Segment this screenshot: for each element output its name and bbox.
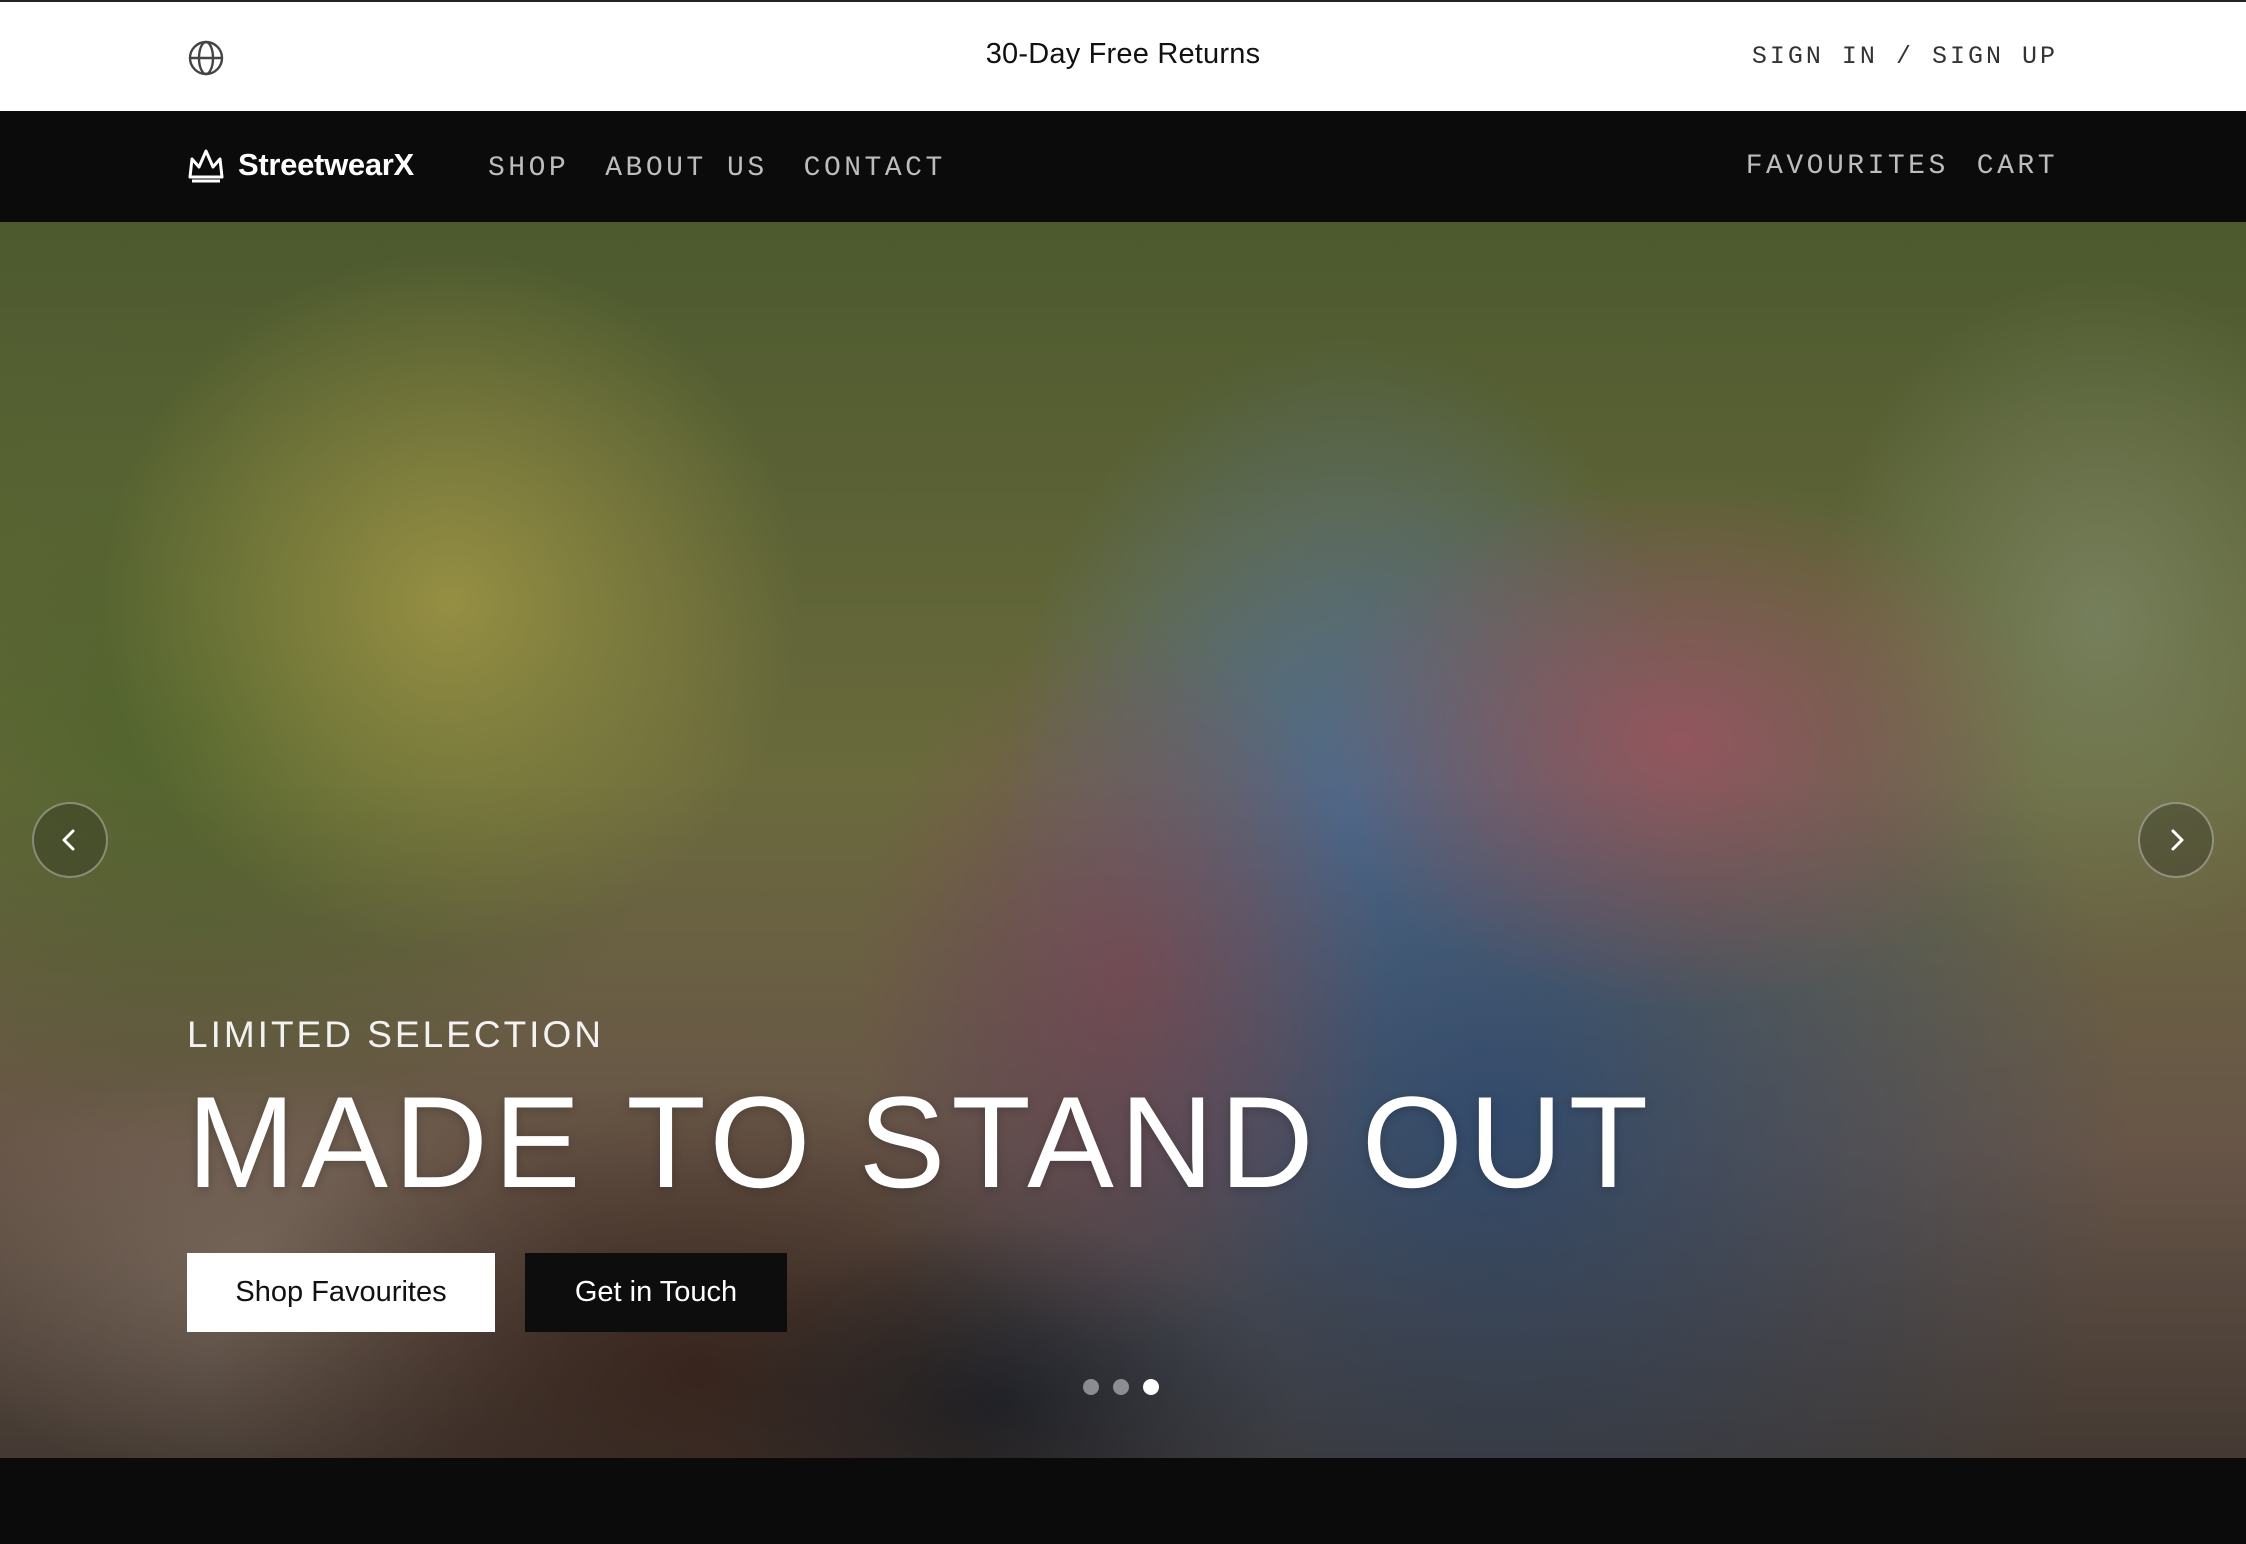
brand-name: StreetwearX xyxy=(238,147,414,182)
auth-links: SIGN IN / SIGN UP xyxy=(1752,42,2058,71)
carousel-dot-2[interactable] xyxy=(1113,1379,1129,1395)
nav-about-us[interactable]: ABOUT US xyxy=(605,153,767,184)
nav-shop[interactable]: SHOP xyxy=(488,153,569,184)
brand-logo[interactable]: StreetwearX xyxy=(186,145,414,185)
chevron-left-icon xyxy=(62,829,75,851)
sign-in-link[interactable]: SIGN IN xyxy=(1752,42,1878,71)
hero-headline: MADE TO STAND OUT xyxy=(187,1069,1655,1215)
carousel-prev-button[interactable] xyxy=(32,802,108,878)
secondary-nav-links: FAVOURITES CART xyxy=(1746,151,2058,182)
shop-favourites-button[interactable]: Shop Favourites xyxy=(187,1252,495,1332)
crown-icon xyxy=(186,145,226,185)
carousel-indicators xyxy=(1083,1379,1159,1395)
hero-actions: Shop Favourites Get in Touch xyxy=(187,1252,1654,1332)
carousel-dot-1[interactable] xyxy=(1083,1379,1099,1395)
announcement-bar: 30-Day Free Returns SIGN IN / SIGN UP xyxy=(0,0,2246,111)
hero-eyebrow: LIMITED SELECTION xyxy=(187,1014,604,1055)
nav-contact[interactable]: CONTACT xyxy=(804,153,946,184)
sign-up-link[interactable]: SIGN UP xyxy=(1932,42,2058,71)
hero-content: LIMITED SELECTION MADE TO STAND OUT Shop… xyxy=(187,1014,1654,1332)
carousel-next-button[interactable] xyxy=(2138,802,2214,878)
auth-separator: / xyxy=(1895,42,1914,71)
next-section xyxy=(0,1458,2246,1544)
nav-cart[interactable]: CART xyxy=(1977,151,2058,182)
primary-nav-links: SHOP ABOUT US CONTACT xyxy=(488,153,946,184)
nav-favourites[interactable]: FAVOURITES xyxy=(1746,151,1949,182)
hero-carousel: LIMITED SELECTION MADE TO STAND OUT Shop… xyxy=(0,222,2246,1458)
get-in-touch-button[interactable]: Get in Touch xyxy=(525,1252,787,1332)
main-nav: StreetwearX SHOP ABOUT US CONTACT FAVOUR… xyxy=(0,111,2246,222)
chevron-right-icon xyxy=(2171,829,2184,851)
carousel-dot-3[interactable] xyxy=(1143,1379,1159,1395)
